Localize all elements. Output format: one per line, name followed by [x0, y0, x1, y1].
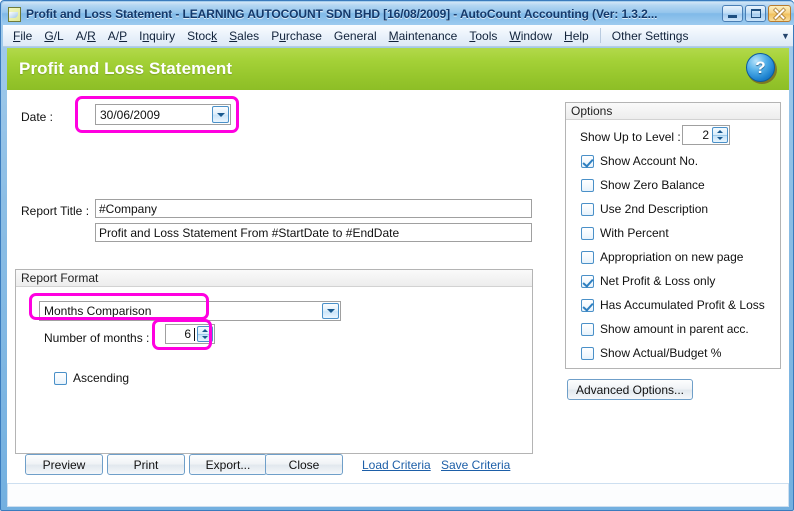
- close-form-button[interactable]: Close: [265, 454, 343, 475]
- ascending-checkbox[interactable]: [54, 371, 67, 385]
- option-use-2nd-description[interactable]: Use 2nd Description: [581, 202, 708, 216]
- export-button[interactable]: Export...: [189, 454, 267, 475]
- checkbox-net-profit-loss-only[interactable]: [581, 274, 594, 288]
- label-with-percent: With Percent: [600, 226, 669, 240]
- menu-item-ap[interactable]: A/P: [102, 27, 133, 45]
- show-up-to-level-chevron-down-icon[interactable]: [713, 134, 727, 143]
- label-show-amount-in-parent-acc: Show amount in parent acc.: [600, 322, 749, 336]
- date-combo[interactable]: 30/06/2009: [95, 104, 231, 125]
- menu-item-sales[interactable]: Sales: [223, 27, 265, 45]
- label-show-account-no: Show Account No.: [600, 154, 699, 168]
- checkbox-has-accumulated-profit-loss[interactable]: [581, 298, 594, 312]
- menu-item-tools[interactable]: Tools: [463, 27, 503, 45]
- app-document-icon: [6, 6, 22, 22]
- checkbox-show-actual-budget-percent[interactable]: [581, 346, 594, 360]
- menu-overflow-chevron-down-icon[interactable]: ▼: [778, 26, 793, 46]
- window-controls: [722, 5, 794, 22]
- menu-item-inquiry[interactable]: Inquiry: [133, 27, 181, 45]
- text-caret: [194, 327, 195, 341]
- menu-item-maintenance[interactable]: Maintenance: [383, 27, 464, 45]
- number-of-months-chevron-down-icon[interactable]: [198, 333, 212, 342]
- minimize-button[interactable]: [722, 5, 743, 22]
- maximize-icon: [751, 9, 761, 18]
- date-chevron-down-icon[interactable]: [212, 106, 229, 123]
- report-title-line1-input[interactable]: #Company: [95, 199, 532, 218]
- label-show-actual-budget-percent: Show Actual/Budget %: [600, 346, 722, 360]
- print-button[interactable]: Print: [107, 454, 185, 475]
- report-format-group-title: Report Format: [16, 270, 532, 287]
- menu-item-stock[interactable]: Stock: [181, 27, 223, 45]
- report-format-group: Report Format Months Comparison Number o…: [15, 269, 533, 454]
- checkbox-show-zero-balance[interactable]: [581, 178, 594, 192]
- show-up-to-level-label: Show Up to Level :: [580, 130, 681, 144]
- window-title: Profit and Loss Statement - LEARNING AUT…: [26, 6, 658, 21]
- help-question-icon[interactable]: ?: [746, 53, 777, 84]
- menu-item-help[interactable]: Help: [558, 27, 595, 45]
- report-title-label: Report Title :: [21, 204, 90, 218]
- number-of-months-spin-buttons[interactable]: [197, 326, 213, 342]
- options-group-title: Options: [566, 103, 780, 120]
- title-bar: Profit and Loss Statement - LEARNING AUT…: [2, 2, 794, 25]
- option-show-zero-balance[interactable]: Show Zero Balance: [581, 178, 705, 192]
- menu-label-file-rest: ile: [20, 28, 33, 43]
- save-criteria-link[interactable]: Save Criteria: [441, 458, 510, 472]
- checkbox-appropriation-on-new-page[interactable]: [581, 250, 594, 264]
- ascending-checkbox-row[interactable]: Ascending: [54, 371, 129, 385]
- application-window: Profit and Loss Statement - LEARNING AUT…: [0, 0, 794, 511]
- menu-bar: File G/L A/R A/P Inquiry Stock Sales Pur…: [3, 25, 793, 47]
- option-appropriation-on-new-page[interactable]: Appropriation on new page: [581, 250, 743, 264]
- label-use-2nd-description: Use 2nd Description: [600, 202, 709, 216]
- label-has-accumulated-profit-loss: Has Accumulated Profit & Loss: [600, 298, 765, 312]
- number-of-months-value: 6: [184, 327, 191, 341]
- close-button[interactable]: [768, 5, 791, 22]
- checkbox-with-percent[interactable]: [581, 226, 594, 240]
- menu-separator: [599, 28, 601, 43]
- option-has-accumulated-profit-loss[interactable]: Has Accumulated Profit & Loss: [581, 298, 765, 312]
- menu-item-gl[interactable]: G/L: [38, 27, 69, 45]
- minimize-icon: [728, 15, 737, 18]
- report-format-combo[interactable]: Months Comparison: [39, 301, 341, 321]
- maximize-button[interactable]: [745, 5, 766, 22]
- report-format-value: Months Comparison: [44, 304, 152, 318]
- label-show-zero-balance: Show Zero Balance: [600, 178, 705, 192]
- load-criteria-link[interactable]: Load Criteria: [362, 458, 431, 472]
- label-appropriation-on-new-page: Appropriation on new page: [600, 250, 744, 264]
- options-group: Options Show Up to Level : 2 Show Accoun…: [565, 102, 781, 369]
- option-show-account-no[interactable]: Show Account No.: [581, 154, 698, 168]
- menu-item-other-settings[interactable]: Other Settings: [606, 27, 695, 45]
- preview-button[interactable]: Preview: [25, 454, 103, 475]
- menu-item-file[interactable]: File: [7, 27, 38, 45]
- show-up-to-level-spin-buttons[interactable]: [712, 127, 728, 143]
- number-of-months-label: Number of months :: [44, 331, 150, 345]
- page-header-band: Profit and Loss Statement ?: [7, 48, 789, 90]
- checkbox-show-amount-in-parent-acc[interactable]: [581, 322, 594, 336]
- show-up-to-level-stepper[interactable]: 2: [682, 125, 730, 145]
- ascending-label: Ascending: [73, 371, 130, 385]
- option-show-amount-in-parent-acc[interactable]: Show amount in parent acc.: [581, 322, 749, 336]
- page-title: Profit and Loss Statement: [19, 59, 233, 78]
- status-strip: [7, 483, 789, 507]
- report-format-chevron-down-icon[interactable]: [322, 303, 339, 319]
- checkbox-show-account-no[interactable]: [581, 154, 594, 168]
- show-up-to-level-value: 2: [702, 128, 709, 142]
- report-title-line2-input[interactable]: Profit and Loss Statement From #StartDat…: [95, 223, 532, 242]
- menu-item-general[interactable]: General: [328, 27, 383, 45]
- option-show-actual-budget-percent[interactable]: Show Actual/Budget %: [581, 346, 721, 360]
- advanced-options-button[interactable]: Advanced Options...: [567, 379, 693, 400]
- menu-item-window[interactable]: Window: [503, 27, 558, 45]
- number-of-months-stepper[interactable]: 6: [165, 324, 215, 344]
- checkbox-use-2nd-description[interactable]: [581, 202, 594, 216]
- label-net-profit-loss-only: Net Profit & Loss only: [600, 274, 716, 288]
- form-client-area: Date : 30/06/2009 Report Title : #Compan…: [7, 90, 789, 483]
- date-value: 30/06/2009: [100, 107, 161, 122]
- menu-item-purchase[interactable]: Purchase: [265, 27, 328, 45]
- option-net-profit-loss-only[interactable]: Net Profit & Loss only: [581, 274, 715, 288]
- menu-item-ar[interactable]: A/R: [70, 27, 102, 45]
- date-label: Date :: [21, 110, 54, 124]
- option-with-percent[interactable]: With Percent: [581, 226, 669, 240]
